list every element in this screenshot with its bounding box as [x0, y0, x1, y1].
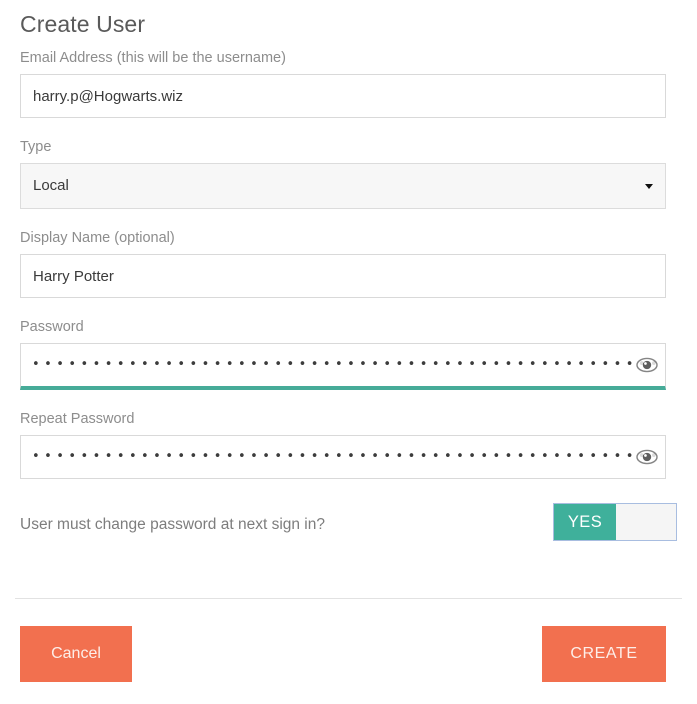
email-address-input[interactable] [20, 74, 666, 118]
type-label: Type [20, 139, 52, 155]
type-select[interactable]: Local [20, 163, 666, 209]
toggle-state-label[interactable]: YES [554, 504, 616, 540]
cancel-button[interactable]: Cancel [20, 626, 132, 682]
password-input[interactable]: ••••••••••••••••••••••••••••••••••••••••… [32, 344, 656, 386]
repeat-password-input[interactable]: ••••••••••••••••••••••••••••••••••••••••… [32, 436, 656, 478]
display-name-label: Display Name (optional) [20, 230, 175, 246]
change-password-question: User must change password at next sign i… [20, 516, 325, 533]
field-type: Type Local [0, 137, 697, 209]
field-email-address: Email Address (this will be the username… [0, 48, 697, 118]
type-control: Local [20, 163, 666, 209]
create-user-dialog: Create User Email Address (this will be … [0, 0, 697, 704]
display-name-control [20, 254, 666, 298]
repeat-password-label: Repeat Password [20, 411, 135, 427]
dialog-footer: Cancel CREATE [0, 599, 697, 704]
display-name-input[interactable] [20, 254, 666, 298]
field-display-name: Display Name (optional) [0, 228, 697, 298]
field-password: Password •••••••••••••••••••••••••••••••… [0, 317, 697, 390]
password-label: Password [20, 319, 84, 335]
email-address-control [20, 74, 666, 118]
toggle-track-off[interactable] [616, 504, 676, 540]
change-password-toggle[interactable]: YES [553, 503, 677, 541]
repeat-password-control[interactable]: ••••••••••••••••••••••••••••••••••••••••… [20, 435, 666, 479]
eye-icon[interactable] [636, 447, 658, 467]
change-password-toggle-row: User must change password at next sign i… [0, 503, 697, 549]
password-control[interactable]: ••••••••••••••••••••••••••••••••••••••••… [20, 343, 666, 390]
eye-icon[interactable] [636, 355, 658, 375]
page-title: Create User [20, 11, 146, 37]
email-address-label: Email Address (this will be the username… [20, 50, 286, 66]
create-user-form: Email Address (this will be the username… [0, 48, 697, 549]
create-button[interactable]: CREATE [542, 626, 666, 682]
field-repeat-password: Repeat Password ••••••••••••••••••••••••… [0, 409, 697, 479]
